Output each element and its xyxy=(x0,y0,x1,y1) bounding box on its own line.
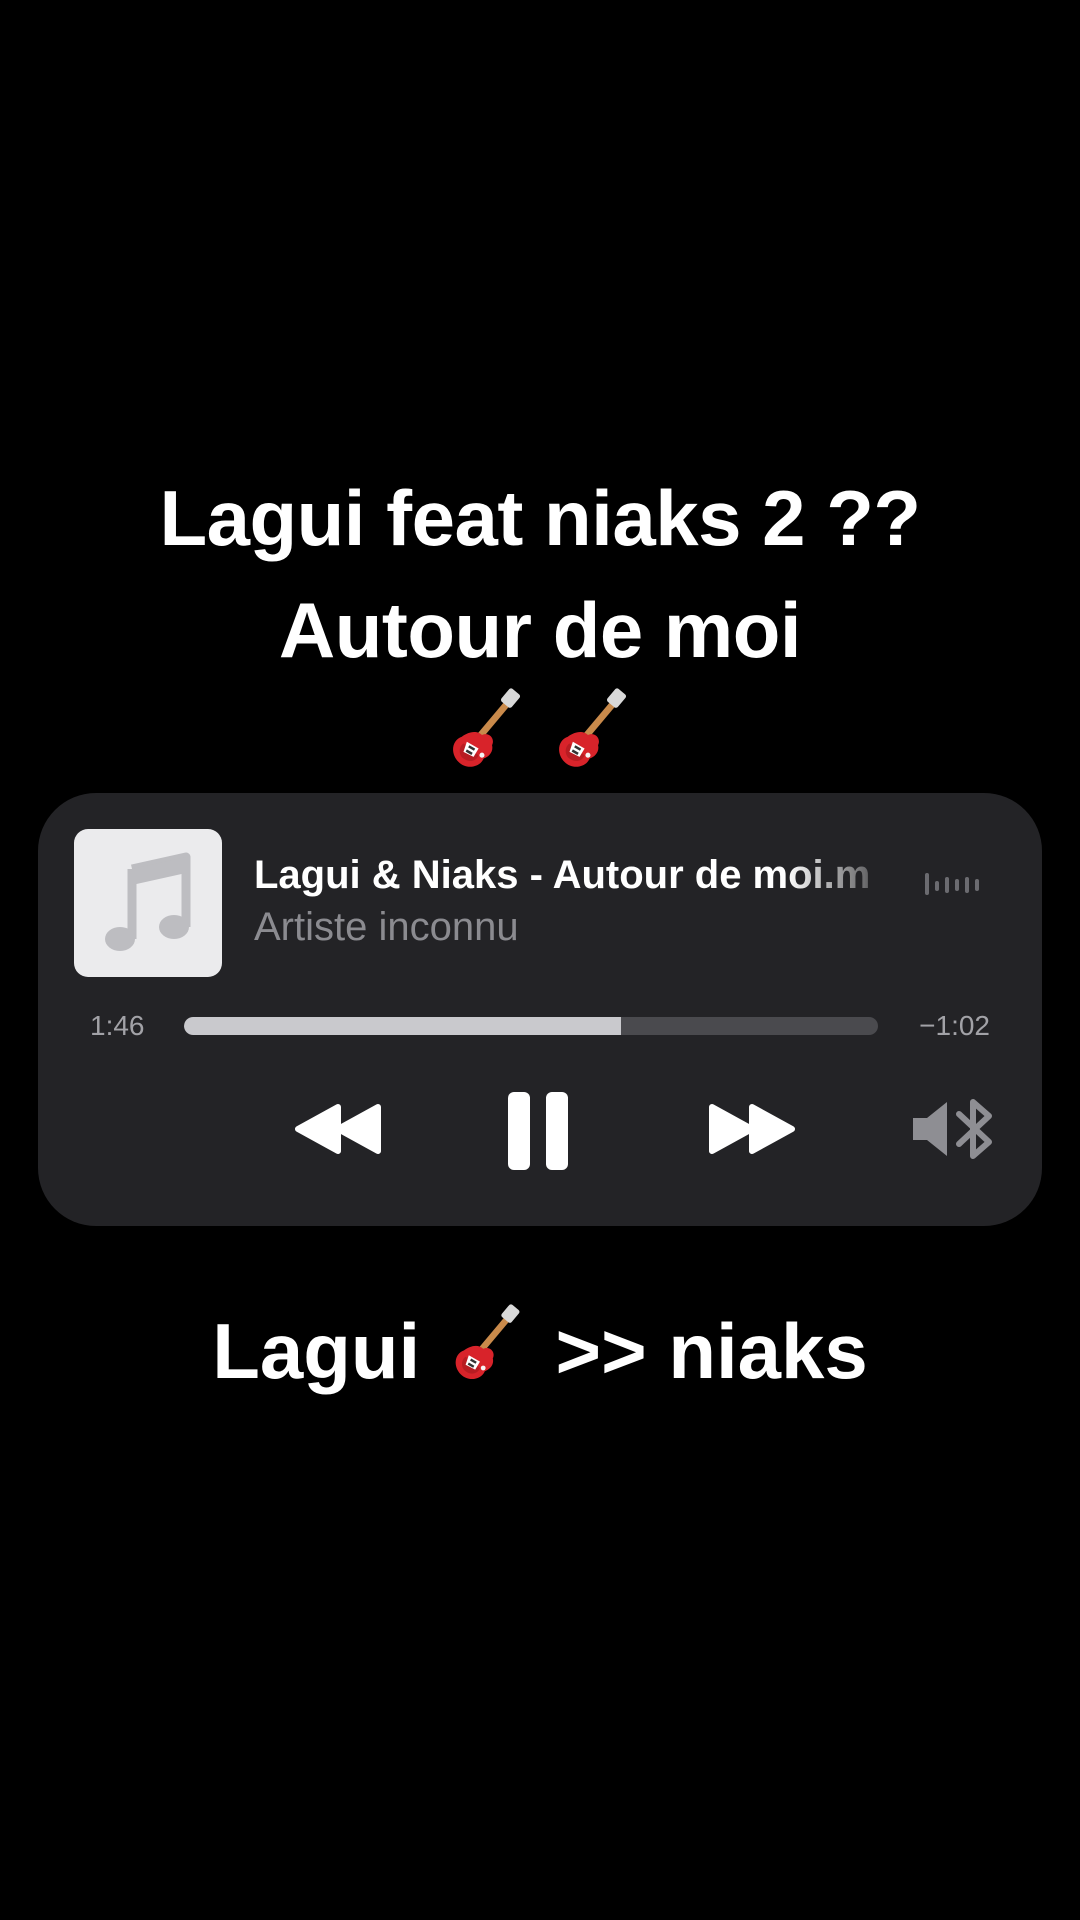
track-artist: Artiste inconnu xyxy=(254,905,519,949)
caption-bottom: Lagui >> niaks xyxy=(0,1296,1080,1406)
remaining-time: −1:02 xyxy=(919,1010,990,1041)
rewind-button[interactable] xyxy=(284,1089,394,1169)
progress-fill xyxy=(184,1017,622,1035)
album-artwork[interactable] xyxy=(74,829,222,977)
audio-output-button[interactable] xyxy=(904,1089,1004,1169)
music-note-icon xyxy=(105,852,191,951)
speaker-bluetooth-icon xyxy=(913,1099,992,1159)
guitar-icon xyxy=(445,688,529,772)
caption-line-2: Autour de moi xyxy=(278,586,802,674)
caption-line-1: Lagui feat niaks 2 ?? xyxy=(159,474,921,562)
progress-scrubber[interactable] xyxy=(184,1017,878,1035)
fast-forward-icon xyxy=(709,1104,795,1154)
fast-forward-button[interactable] xyxy=(696,1089,806,1169)
caption-top: Lagui feat niaks 2 ?? Autour de moi xyxy=(0,462,1080,772)
waveform-icon xyxy=(925,873,979,895)
emoji-row xyxy=(0,680,1080,772)
guitar-icon xyxy=(551,688,635,772)
elapsed-time: 1:46 xyxy=(90,1010,145,1041)
caption-bottom-after: >> niaks xyxy=(555,1307,868,1395)
pause-icon xyxy=(508,1092,568,1170)
now-playing-card[interactable]: Lagui & Niaks - Autour de moi.m Artiste … xyxy=(38,793,1042,1226)
track-title: Lagui & Niaks - Autour de moi.m xyxy=(254,853,871,897)
guitar-icon xyxy=(448,1304,528,1384)
rewind-icon xyxy=(295,1104,381,1154)
caption-bottom-before: Lagui xyxy=(212,1307,421,1395)
pause-button[interactable] xyxy=(498,1083,578,1179)
